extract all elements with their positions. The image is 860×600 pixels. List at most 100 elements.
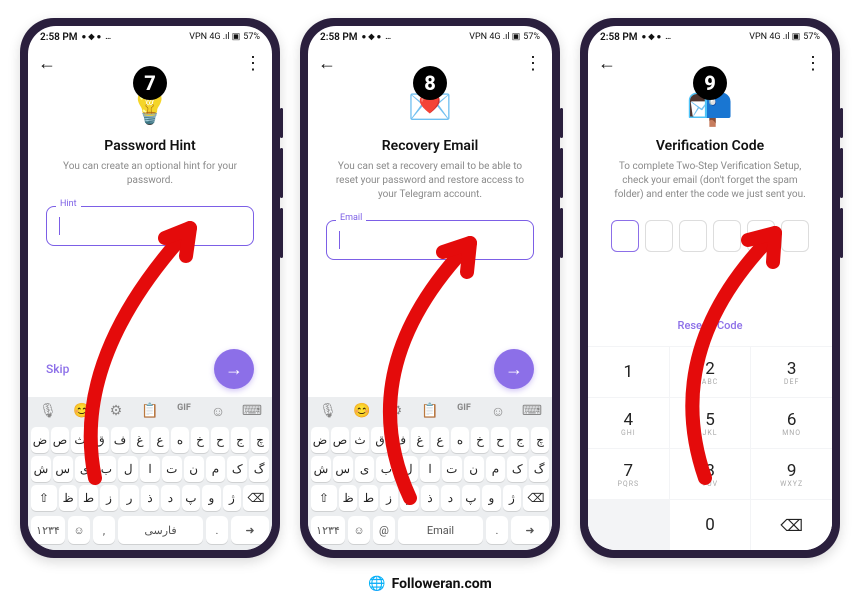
kbd-key[interactable]: ش	[311, 456, 331, 482]
kbd-numbers[interactable]: ۱۲۳۴	[31, 516, 65, 544]
resend-button[interactable]: Resend Code	[588, 319, 832, 346]
skip-button[interactable]: Skip	[46, 362, 69, 376]
emoji-icon[interactable]: 😊	[71, 403, 93, 420]
kbd-key[interactable]: ب	[96, 456, 116, 482]
kbd-key[interactable]: ذ	[141, 485, 159, 511]
kbd-key[interactable]: ث	[351, 427, 369, 453]
clipboard-icon[interactable]: 📋	[419, 403, 441, 420]
kbd-key[interactable]: ک	[507, 456, 527, 482]
kbd-key[interactable]: ث	[71, 427, 89, 453]
kbd-key[interactable]: د	[161, 485, 179, 511]
kbd-key[interactable]: ی	[355, 456, 375, 482]
kbd-backspace[interactable]: ⌫	[523, 485, 549, 511]
layout-icon[interactable]: ⌨	[521, 403, 543, 420]
numpad-0[interactable]: 0	[670, 500, 751, 550]
next-button[interactable]: →	[214, 349, 254, 389]
back-icon[interactable]: ←	[598, 55, 616, 73]
kbd-key[interactable]: ح	[211, 427, 229, 453]
kbd-key[interactable]: ژ	[223, 485, 241, 511]
kbd-key[interactable]: ف	[391, 427, 409, 453]
kbd-key[interactable]: ه	[451, 427, 469, 453]
numpad-2[interactable]: 2ABC	[670, 347, 751, 397]
kbd-key[interactable]: ع	[151, 427, 169, 453]
sticker-icon[interactable]: ☺	[487, 403, 509, 420]
more-icon[interactable]: ⋮	[244, 55, 262, 73]
gear-icon[interactable]: ⚙	[105, 403, 127, 420]
kbd-key[interactable]: ج	[231, 427, 249, 453]
kbd-numbers[interactable]: ۱۲۳۴	[311, 516, 345, 544]
numpad[interactable]: 12ABC3DEF4GHI5JKL6MNO7PQRS8TUV9WXYZ0⌫	[588, 346, 832, 550]
layout-icon[interactable]: ⌨	[241, 403, 263, 420]
kbd-emoji[interactable]: ☺	[348, 516, 370, 544]
kbd-key[interactable]: غ	[131, 427, 149, 453]
more-icon[interactable]: ⋮	[524, 55, 542, 73]
next-button[interactable]: →	[494, 349, 534, 389]
kbd-key[interactable]: چ	[531, 427, 549, 453]
kbd-period[interactable]: .	[486, 516, 508, 544]
kbd-key[interactable]: ق	[91, 427, 109, 453]
kbd-shift[interactable]: ⇧	[311, 485, 337, 511]
more-icon[interactable]: ⋮	[804, 55, 822, 73]
kbd-enter[interactable]: ➜	[511, 516, 549, 544]
kbd-key[interactable]: ج	[511, 427, 529, 453]
kbd-key[interactable]: غ	[411, 427, 429, 453]
gif-icon[interactable]: GIF	[453, 403, 475, 420]
kbd-key[interactable]: ن	[464, 456, 484, 482]
kbd-key[interactable]: ذ	[421, 485, 439, 511]
kbd-backspace[interactable]: ⌫	[243, 485, 269, 511]
kbd-key[interactable]: ز	[100, 485, 118, 511]
kbd-key[interactable]: گ	[529, 456, 549, 482]
kbd-key[interactable]: ه	[171, 427, 189, 453]
numpad-9[interactable]: 9WXYZ	[751, 449, 832, 499]
keyboard[interactable]: 🎙 😊 ⚙ 📋 GIF ☺ ⌨ ضصثقفغعهخحجچ شسیبلاتنمکگ…	[28, 397, 272, 550]
kbd-key[interactable]: ف	[111, 427, 129, 453]
kbd-key[interactable]: پ	[182, 485, 200, 511]
keyboard[interactable]: 🎙 😊 ⚙ 📋 GIF ☺ ⌨ ضصثقفغعهخحجچ شسیبلاتنمکگ…	[308, 397, 552, 550]
kbd-key[interactable]: ط	[359, 485, 377, 511]
numpad-1[interactable]: 1	[588, 347, 669, 397]
kbd-emoji[interactable]: ☺	[68, 516, 90, 544]
numpad-8[interactable]: 8TUV	[670, 449, 751, 499]
numpad-7[interactable]: 7PQRS	[588, 449, 669, 499]
numpad-3[interactable]: 3DEF	[751, 347, 832, 397]
gif-icon[interactable]: GIF	[173, 403, 195, 420]
kbd-key[interactable]: ض	[311, 427, 329, 453]
kbd-key[interactable]: ا	[140, 456, 160, 482]
kbd-key[interactable]: ع	[431, 427, 449, 453]
mic-icon[interactable]: 🎙	[317, 403, 339, 420]
kbd-key[interactable]: ا	[420, 456, 440, 482]
kbd-at[interactable]: @	[373, 516, 395, 544]
sticker-icon[interactable]: ☺	[207, 403, 229, 420]
kbd-key[interactable]: م	[206, 456, 226, 482]
back-icon[interactable]: ←	[38, 55, 56, 73]
kbd-space[interactable]: Email	[398, 516, 483, 544]
kbd-key[interactable]: ر	[120, 485, 138, 511]
kbd-key[interactable]: ش	[31, 456, 51, 482]
kbd-period[interactable]: .	[206, 516, 228, 544]
kbd-key[interactable]: گ	[249, 456, 269, 482]
gear-icon[interactable]: ⚙	[385, 403, 407, 420]
kbd-key[interactable]: د	[441, 485, 459, 511]
kbd-key[interactable]: ز	[380, 485, 398, 511]
kbd-key[interactable]: ژ	[503, 485, 521, 511]
code-input[interactable]	[611, 220, 809, 252]
kbd-lang[interactable]: ,	[93, 516, 115, 544]
kbd-key[interactable]: ی	[75, 456, 95, 482]
kbd-key[interactable]: ب	[376, 456, 396, 482]
kbd-key[interactable]: ت	[162, 456, 182, 482]
kbd-key[interactable]: ت	[442, 456, 462, 482]
hint-input[interactable]	[46, 206, 254, 246]
kbd-key[interactable]: ط	[79, 485, 97, 511]
kbd-key[interactable]: ص	[331, 427, 349, 453]
clipboard-icon[interactable]: 📋	[139, 403, 161, 420]
numpad-6[interactable]: 6MNO	[751, 398, 832, 448]
kbd-key[interactable]: ق	[371, 427, 389, 453]
kbd-key[interactable]: و	[202, 485, 220, 511]
numpad-4[interactable]: 4GHI	[588, 398, 669, 448]
kbd-key[interactable]: ح	[491, 427, 509, 453]
kbd-key[interactable]: ک	[227, 456, 247, 482]
kbd-key[interactable]: ص	[51, 427, 69, 453]
back-icon[interactable]: ←	[318, 55, 336, 73]
kbd-enter[interactable]: ➜	[231, 516, 269, 544]
kbd-key[interactable]: ل	[118, 456, 138, 482]
